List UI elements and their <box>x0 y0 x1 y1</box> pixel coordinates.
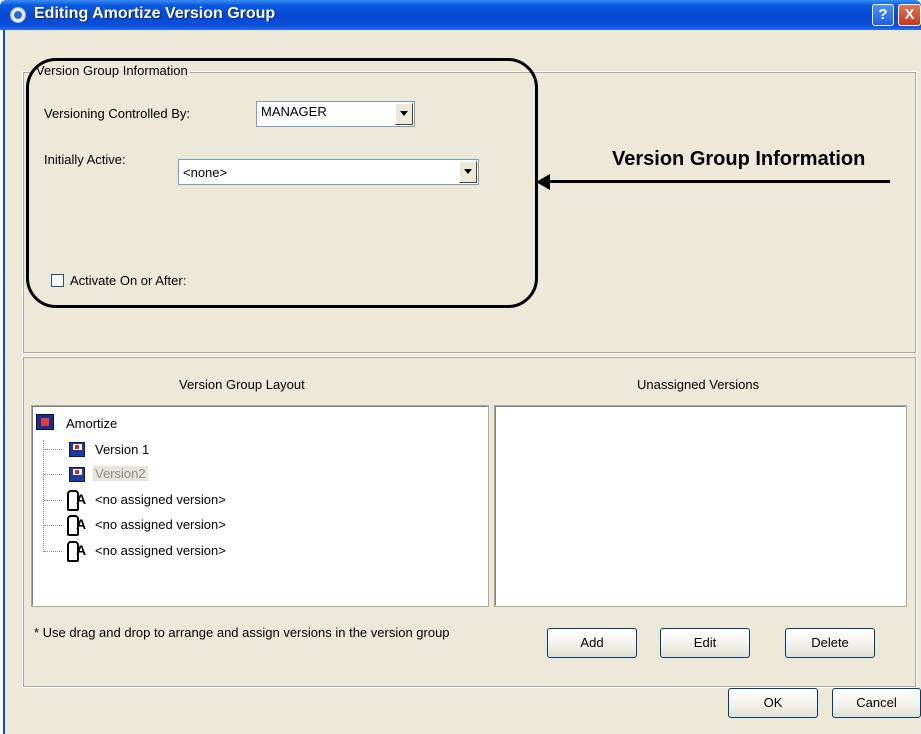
edit-button[interactable]: Edit <box>660 628 750 658</box>
tree-branch <box>44 551 62 552</box>
window-title: Editing Amortize Version Group <box>34 5 276 22</box>
initially-active-value: <none> <box>183 165 228 180</box>
help-button[interactable]: ? <box>872 4 894 26</box>
tree-item-version-1[interactable]: Version 1 <box>95 442 149 457</box>
tree-branch <box>44 525 62 526</box>
tree-item-empty-2[interactable]: <no assigned version> <box>95 517 226 532</box>
versioning-controlled-label: Versioning Controlled By: <box>44 106 190 121</box>
chevron-down-icon[interactable] <box>395 103 413 125</box>
unassigned-versions-list[interactable] <box>494 405 907 607</box>
tree-branch <box>44 474 62 475</box>
ok-button[interactable]: OK <box>728 688 818 718</box>
close-button[interactable]: X <box>898 4 921 26</box>
tree-branch <box>44 449 62 450</box>
tree-root-amortize[interactable]: Amortize <box>66 416 117 431</box>
tree-item-empty-3[interactable]: <no assigned version> <box>95 543 226 558</box>
activate-on-or-after-checkbox[interactable] <box>51 274 64 287</box>
version-disk-icon <box>69 442 85 457</box>
delete-button[interactable]: Delete <box>785 628 875 658</box>
version-group-book-icon <box>36 414 54 430</box>
tree-item-empty-1[interactable]: <no assigned version> <box>95 492 226 507</box>
versioning-controlled-value: MANAGER <box>261 104 327 119</box>
version-disk-icon <box>69 467 85 482</box>
annotation-arrow-line <box>548 180 890 183</box>
unassigned-versions-title: Unassigned Versions <box>637 377 760 392</box>
versioning-controlled-combo[interactable]: MANAGER <box>256 101 415 127</box>
cancel-button[interactable]: Cancel <box>832 688 921 718</box>
version-group-layout-title: Version Group Layout <box>179 377 305 392</box>
annotation-text: Version Group Information <box>612 148 866 170</box>
tree-item-version-2[interactable]: Version2 <box>93 466 148 481</box>
activate-on-or-after-label: Activate On or After: <box>70 273 187 288</box>
add-button[interactable]: Add <box>547 628 637 658</box>
app-icon <box>10 7 26 23</box>
empty-slot-icon <box>66 490 88 511</box>
arrow-left-icon <box>536 174 550 190</box>
tree-connector <box>43 440 44 552</box>
initially-active-combo[interactable]: <none> <box>178 159 479 185</box>
empty-slot-icon <box>66 541 88 562</box>
initially-active-label: Initially Active: <box>44 152 126 167</box>
drag-drop-hint: * Use drag and drop to arrange and assig… <box>34 625 450 640</box>
version-group-info-legend: Version Group Information <box>34 63 190 78</box>
empty-slot-icon <box>66 515 88 536</box>
chevron-down-icon[interactable] <box>459 161 477 183</box>
tree-branch <box>44 500 62 501</box>
